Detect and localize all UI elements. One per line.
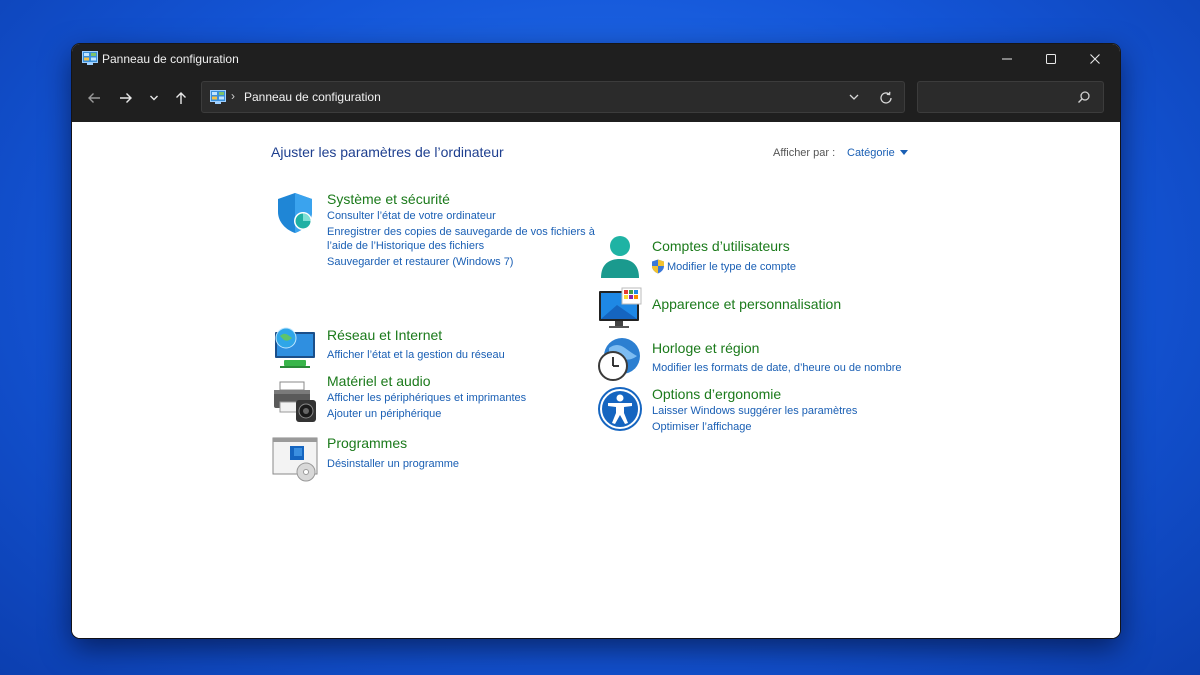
arrow-right-icon [120,93,132,103]
link-backup-restore[interactable]: Sauvegarder et restaurer (Windows 7) [327,255,513,269]
arrow-up-icon [176,92,186,104]
link-network-status[interactable]: Afficher l’état et la gestion du réseau [327,348,505,362]
chevron-down-icon [150,95,158,101]
breadcrumb-separator[interactable]: › [231,89,235,103]
arrow-left-icon [88,93,100,103]
view-by-label: Afficher par : [773,147,836,159]
back-button[interactable] [82,86,106,110]
refresh-icon[interactable] [878,90,894,106]
caret-down-icon[interactable] [900,150,908,155]
category-ease-of-access[interactable]: Options d’ergonomie [652,386,781,402]
minimize-button[interactable] [986,44,1028,74]
programs-icon[interactable] [272,436,318,482]
category-appearance-personalization[interactable]: Apparence et personnalisation [652,296,841,312]
category-hardware-sound[interactable]: Matériel et audio [327,373,431,389]
monitor-icon[interactable] [597,285,643,331]
control-panel-icon [82,51,98,65]
window-title: Panneau de configuration [102,52,239,66]
network-icon[interactable] [272,324,318,370]
link-file-history[interactable]: l’aide de l’Historique des fichiers [327,239,484,253]
maximize-button[interactable] [1030,44,1072,74]
link-let-windows-suggest[interactable]: Laisser Windows suggérer les paramètres [652,404,857,418]
shield-icon[interactable] [272,190,318,236]
maximize-icon [1046,54,1056,64]
control-panel-window: Panneau de configuration › Panneau de co… [72,44,1120,638]
close-button[interactable] [1074,44,1116,74]
close-icon [1090,54,1100,64]
navigation-bar: › Panneau de configuration [72,74,1120,122]
category-programs[interactable]: Programmes [327,435,407,451]
search-box[interactable] [917,81,1104,113]
category-clock-region[interactable]: Horloge et région [652,340,759,356]
link-devices-printers[interactable]: Afficher les périphériques et imprimante… [327,391,526,405]
link-date-time-formats[interactable]: Modifier les formats de date, d’heure ou… [652,361,901,375]
page-title: Ajuster les paramètres de l’ordinateur [271,144,504,160]
clock-globe-icon[interactable] [597,336,643,382]
category-system-security[interactable]: Système et sécurité [327,191,450,207]
address-bar[interactable]: › Panneau de configuration [201,81,905,113]
up-button[interactable] [169,86,193,110]
forward-button[interactable] [114,86,138,110]
accessibility-icon[interactable] [597,386,643,432]
search-input[interactable] [924,87,1078,109]
link-optimize-display[interactable]: Optimiser l’affichage [652,420,751,434]
breadcrumb-item[interactable]: Panneau de configuration [244,90,381,104]
link-change-account-type[interactable]: Modifier le type de compte [667,260,796,274]
category-network-internet[interactable]: Réseau et Internet [327,327,442,343]
category-user-accounts[interactable]: Comptes d’utilisateurs [652,238,790,254]
link-uninstall-program[interactable]: Désinstaller un programme [327,457,459,471]
minimize-icon [1002,58,1012,60]
user-icon[interactable] [597,234,643,280]
printer-icon[interactable] [272,378,318,424]
link-save-backup-copies[interactable]: Enregistrer des copies de sauvegarde de … [327,225,595,239]
link-check-computer-status[interactable]: Consulter l’état de votre ordinateur [327,209,496,223]
content-area: Ajuster les paramètres de l’ordinateur A… [72,122,1120,638]
recent-locations-button[interactable] [142,86,166,110]
search-icon[interactable] [1077,90,1091,104]
title-bar[interactable]: Panneau de configuration [72,44,1120,74]
uac-shield-icon [652,259,664,274]
link-add-device[interactable]: Ajouter un périphérique [327,407,441,421]
chevron-down-icon[interactable] [846,89,862,105]
view-by-dropdown[interactable]: Catégorie [847,147,895,159]
control-panel-icon [210,90,226,104]
